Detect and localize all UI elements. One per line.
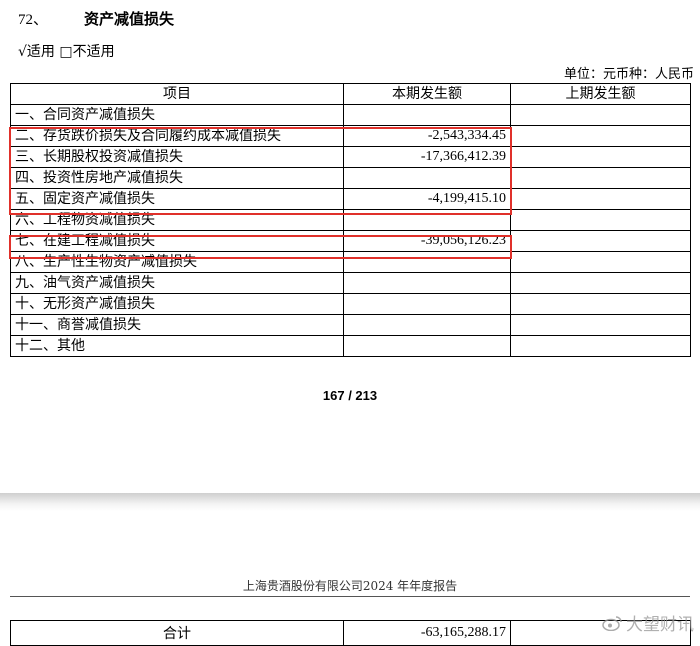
- column-header-item: 项目: [10, 83, 344, 105]
- table-row: 十一、商誉减值损失: [10, 314, 691, 336]
- row-previous: [510, 230, 691, 252]
- row-current: [343, 314, 511, 336]
- row-previous: [510, 314, 691, 336]
- row-previous: [510, 209, 691, 231]
- page-break: [0, 493, 700, 511]
- row-item: 一、合同资产减值损失: [10, 104, 344, 126]
- row-current: [343, 104, 511, 126]
- table-row: 八、生产性生物资产减值损失: [10, 251, 691, 273]
- row-previous: [510, 104, 691, 126]
- row-item: 八、生产性生物资产减值损失: [10, 251, 344, 273]
- section-title: 资产减值损失: [84, 10, 175, 28]
- table-header-row: 项目 本期发生额 上期发生额: [10, 83, 691, 105]
- table-row: 二、存货跌价损失及合同履约成本减值损失 -2,543,334.45: [10, 125, 691, 147]
- row-previous: [510, 251, 691, 273]
- table-row: 十二、其他: [10, 335, 691, 357]
- row-current: -2,543,334.45: [343, 125, 511, 147]
- unit-currency-note: 单位：元币种：人民币: [563, 67, 694, 82]
- row-item: 二、存货跌价损失及合同履约成本减值损失: [10, 125, 344, 147]
- row-item: 三、长期股权投资减值损失: [10, 146, 344, 168]
- row-previous: [510, 293, 691, 315]
- row-item: 四、投资性房地产减值损失: [10, 167, 344, 189]
- report-header: 上海贵酒股份有限公司2024 年年度报告: [242, 579, 458, 593]
- table-row: 七、在建工程减值损失 -39,056,126.23: [10, 230, 691, 252]
- row-item: 十二、其他: [10, 335, 344, 357]
- table-row: 四、投资性房地产减值损失: [10, 167, 691, 189]
- column-header-previous: 上期发生额: [510, 83, 691, 105]
- page-number: 167 / 213: [322, 388, 378, 403]
- table-row: 九、油气资产减值损失: [10, 272, 691, 294]
- row-current: [343, 209, 511, 231]
- row-current: [343, 335, 511, 357]
- row-previous: [510, 167, 691, 189]
- row-item: 六、工程物资减值损失: [10, 209, 344, 231]
- total-row: 合计 -63,165,288.17: [10, 620, 691, 646]
- row-item: 十、无形资产减值损失: [10, 293, 344, 315]
- row-previous: [510, 125, 691, 147]
- row-item: 七、在建工程减值损失: [10, 230, 344, 252]
- total-table: 合计 -63,165,288.17: [10, 620, 691, 646]
- row-current: -4,199,415.10: [343, 188, 511, 210]
- total-current: -63,165,288.17: [343, 620, 511, 646]
- column-header-current: 本期发生额: [343, 83, 511, 105]
- table-row: 十、无形资产减值损失: [10, 293, 691, 315]
- row-previous: [510, 188, 691, 210]
- row-item: 五、固定资产减值损失: [10, 188, 344, 210]
- row-current: [343, 272, 511, 294]
- row-previous: [510, 272, 691, 294]
- header-rule: [10, 596, 690, 597]
- section-number: 72、: [18, 12, 49, 28]
- table-row: 五、固定资产减值损失 -4,199,415.10: [10, 188, 691, 210]
- row-item: 十一、商誉减值损失: [10, 314, 344, 336]
- table-row: 三、长期股权投资减值损失 -17,366,412.39: [10, 146, 691, 168]
- watermark: 大望财讯: [602, 610, 694, 635]
- applicability-options: √适用 □不适用: [18, 44, 115, 60]
- row-previous: [510, 335, 691, 357]
- row-current: -17,366,412.39: [343, 146, 511, 168]
- table-row: 六、工程物资减值损失: [10, 209, 691, 231]
- watermark-text: 大望财讯: [626, 615, 694, 635]
- row-current: [343, 167, 511, 189]
- impairment-loss-table: 项目 本期发生额 上期发生额 一、合同资产减值损失 二、存货跌价损失及合同履约成…: [10, 83, 691, 357]
- row-item: 九、油气资产减值损失: [10, 272, 344, 294]
- row-current: [343, 251, 511, 273]
- row-current: [343, 293, 511, 315]
- row-current: -39,056,126.23: [343, 230, 511, 252]
- weibo-icon: [602, 615, 622, 631]
- table-row: 一、合同资产减值损失: [10, 104, 691, 126]
- total-label: 合计: [10, 620, 344, 646]
- row-previous: [510, 146, 691, 168]
